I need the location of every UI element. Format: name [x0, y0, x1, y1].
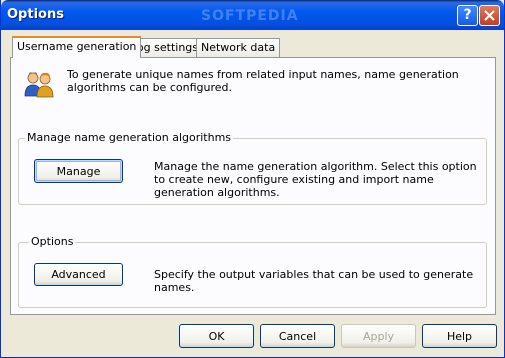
advanced-button[interactable]: Advanced [34, 263, 123, 286]
close-icon [484, 10, 495, 21]
tab-username-generation[interactable]: Username generation [12, 36, 142, 58]
manage-button[interactable]: Manage [34, 159, 123, 183]
manage-description: Manage the name generation algorithm. Se… [154, 160, 477, 199]
help-caption-button[interactable]: ? [457, 5, 478, 26]
users-icon [24, 72, 54, 98]
tab-label: Username generation [17, 40, 137, 53]
tab-network-data[interactable]: Network data [196, 38, 281, 57]
question-mark-icon: ? [463, 7, 472, 23]
window-title: Options [7, 7, 64, 22]
help-button[interactable]: Help [422, 324, 497, 348]
advanced-description: Specify the output variables that can be… [154, 268, 474, 294]
title-bar[interactable]: Options SOFTPEDIA ? [1, 0, 504, 30]
options-dialog: Options SOFTPEDIA ? Username generation … [0, 0, 505, 358]
tab-label: Network data [201, 41, 276, 54]
manage-algorithms-legend: Manage name generation algorithms [25, 131, 234, 144]
options-legend: Options [29, 235, 76, 248]
intro-text: To generate unique names from related in… [67, 68, 459, 94]
apply-button[interactable]: Apply [341, 324, 416, 348]
cancel-button[interactable]: Cancel [260, 324, 335, 348]
watermark: SOFTPEDIA [201, 8, 299, 24]
ok-button[interactable]: OK [179, 324, 254, 348]
close-button[interactable] [479, 5, 500, 26]
